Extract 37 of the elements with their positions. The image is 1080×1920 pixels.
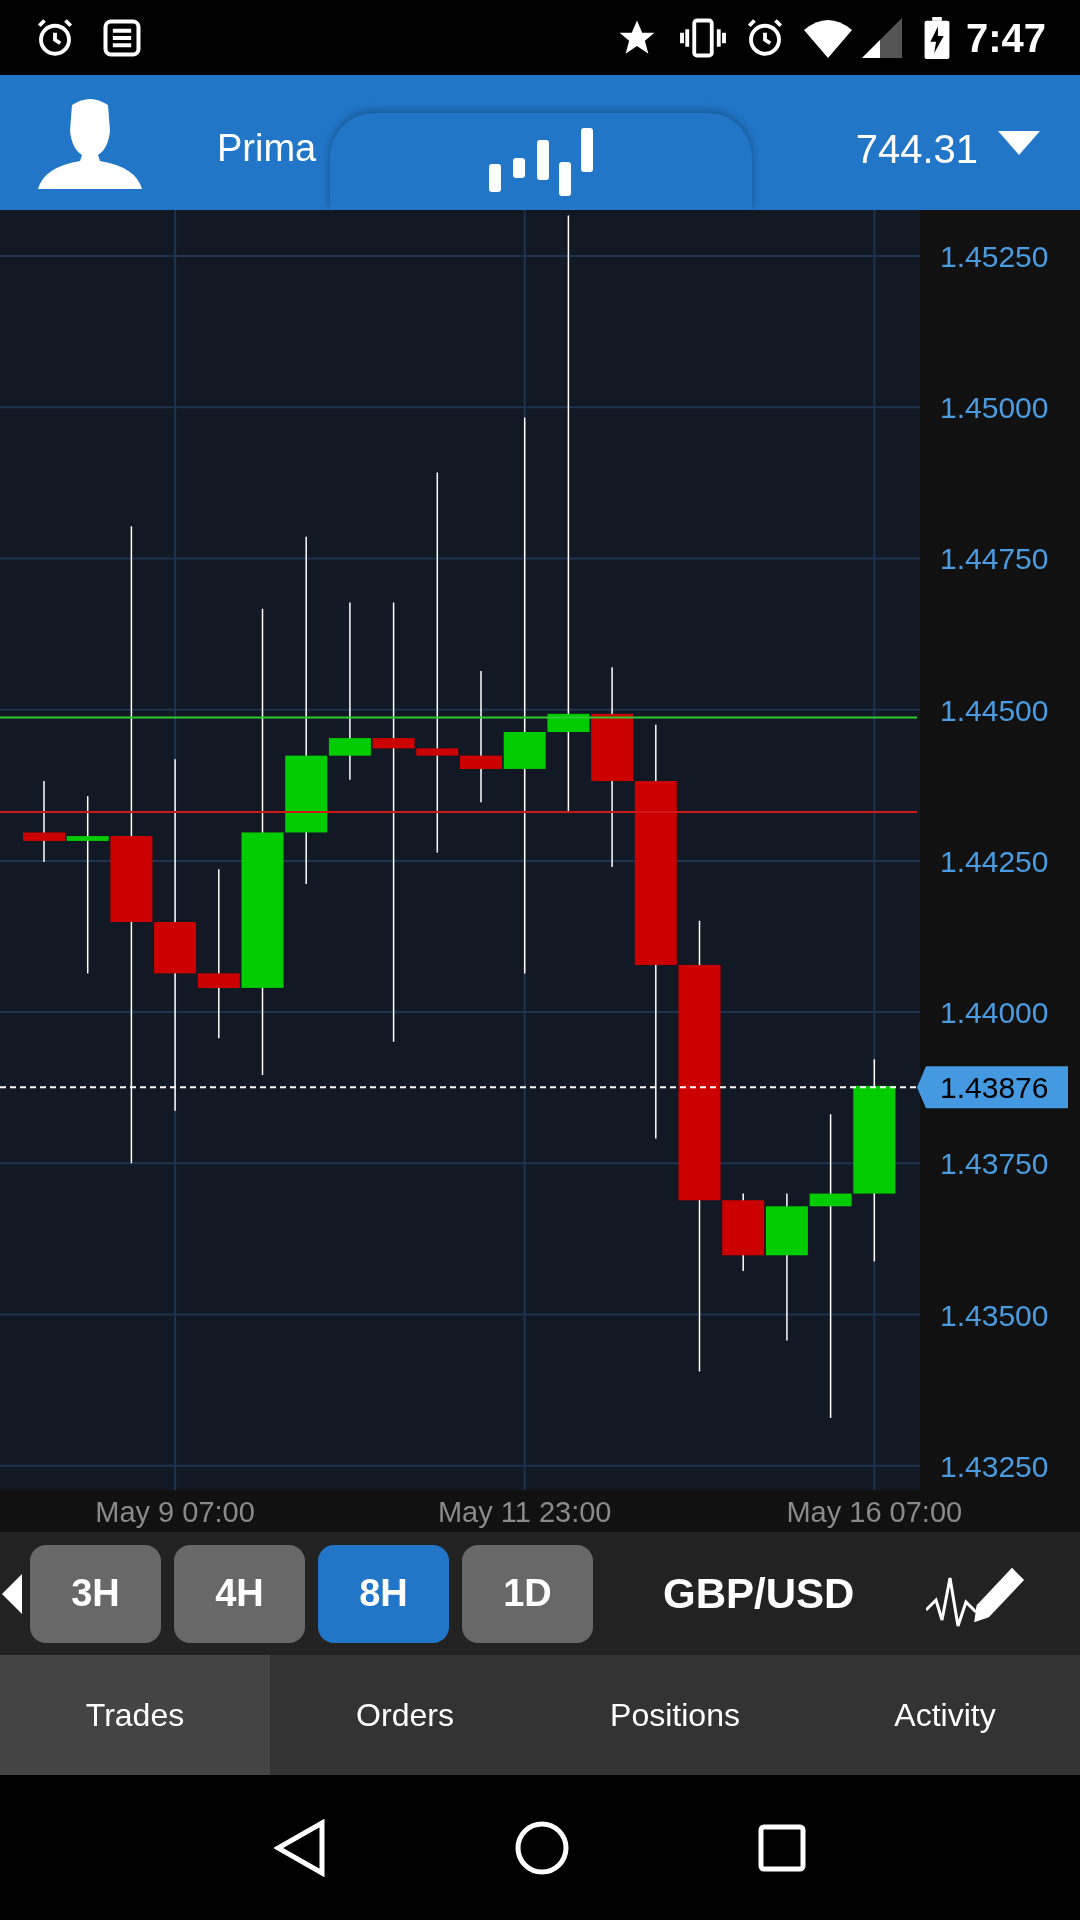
price-axis-label: 1.44250 (940, 844, 1049, 878)
bottom-tab[interactable]: Positions (540, 1655, 810, 1775)
price-axis-label: 1.43500 (940, 1298, 1049, 1332)
current-price-tag: 1.43876 (917, 1066, 1068, 1109)
home-icon[interactable] (515, 1820, 569, 1875)
bottom-tab[interactable]: Orders (270, 1655, 540, 1775)
back-icon[interactable] (274, 1818, 327, 1877)
time-axis-label: May 11 23:00 (437, 1496, 612, 1528)
bottom-tab[interactable]: Trades (0, 1655, 270, 1775)
bar-chart-icon (489, 127, 593, 196)
user-avatar-icon[interactable] (38, 96, 142, 189)
price-axis-label: 1.45250 (940, 239, 1049, 273)
scroll-left-icon[interactable] (2, 1573, 22, 1614)
vibrate-icon (679, 16, 726, 59)
caret-down-icon[interactable] (998, 130, 1040, 155)
price-axis-label: 1.43750 (940, 1147, 1049, 1181)
signal-icon (861, 17, 902, 58)
price-axis-label: 1.44750 (940, 542, 1049, 576)
timeframe-button[interactable]: 3H (30, 1544, 161, 1643)
timeframe-button[interactable]: 1D (462, 1544, 593, 1643)
wifi-icon (803, 17, 852, 58)
chart-tab[interactable] (330, 113, 752, 210)
clock-time: 7:47 (965, 17, 1046, 58)
time-axis-label: May 9 07:00 (95, 1496, 255, 1528)
price-axis-label: 1.45000 (940, 391, 1049, 425)
account-name: Prima (217, 126, 317, 171)
price-axis-label: 1.43250 (940, 1449, 1049, 1483)
account-balance: 744.31 (855, 125, 978, 173)
price-axis-label: 1.44500 (940, 693, 1049, 727)
currency-pair: GBP/USD (663, 1569, 855, 1619)
recents-icon[interactable] (757, 1823, 806, 1872)
time-axis-label: May 16 07:00 (786, 1496, 963, 1528)
timeframe-button[interactable]: 4H (174, 1544, 305, 1643)
battery-charging-icon (923, 16, 950, 59)
price-axis-label: 1.44000 (940, 996, 1049, 1030)
timeframe-button[interactable]: 8H (318, 1544, 449, 1643)
bottom-tab[interactable]: Activity (810, 1655, 1080, 1775)
